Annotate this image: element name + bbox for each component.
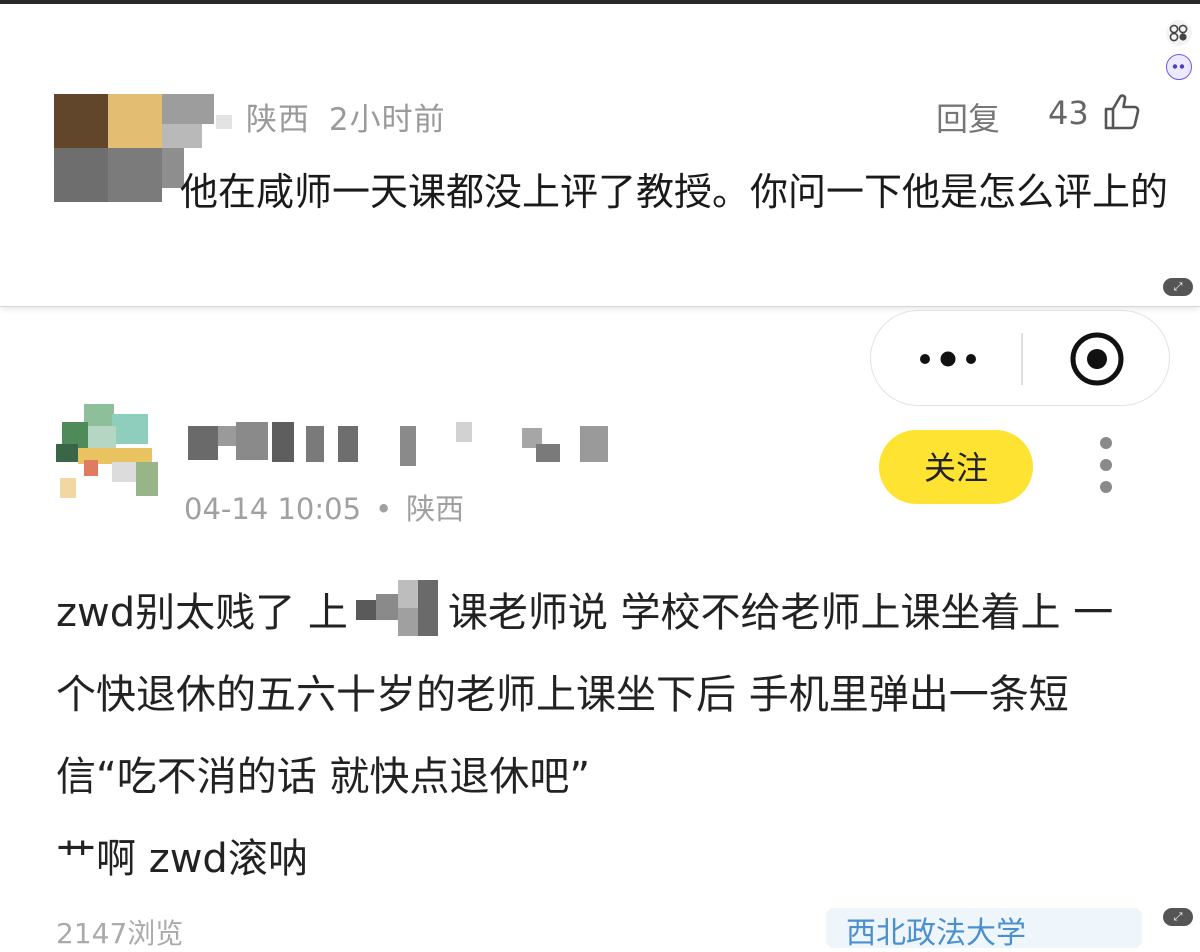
apps-icon[interactable] — [1166, 20, 1192, 46]
poster-username-blurred — [188, 420, 628, 466]
redacted-name-mosaic — [355, 580, 440, 636]
miniprogram-capsule — [870, 310, 1170, 406]
kebab-menu-icon[interactable] — [1094, 437, 1118, 493]
comment-meta: 陕西 2小时前 — [216, 94, 446, 139]
post-body-part3: 艹啊 zwd滚呐 — [56, 836, 308, 882]
post-body-part1: zwd别太贱了 上 — [56, 590, 348, 636]
comment-text: 他在咸师一天课都没上评了教授。你问一下他是怎么评上的 — [180, 170, 1169, 214]
post-location: 陕西 — [406, 492, 465, 526]
comment-location: 陕西 — [246, 102, 310, 138]
capsule-divider — [1021, 333, 1023, 385]
meta-separator: • — [375, 492, 393, 526]
assistant-face-icon[interactable] — [1166, 54, 1192, 80]
expand-icon[interactable]: ⤢ — [1163, 278, 1193, 296]
expand-icon-bottom[interactable]: ⤢ — [1163, 908, 1193, 926]
more-dots-icon[interactable] — [913, 347, 983, 371]
view-count: 2147浏览 — [56, 917, 184, 950]
school-tag-label: 西北政法大学 — [846, 916, 1026, 948]
post-datetime: 04-14 10:05 — [184, 492, 362, 526]
target-circle-icon[interactable] — [1069, 331, 1125, 387]
poster-avatar[interactable] — [56, 404, 164, 504]
follow-button[interactable]: 关注 — [879, 430, 1033, 504]
blurred-name — [216, 114, 232, 129]
school-tag[interactable]: 西北政法大学 — [826, 908, 1142, 948]
quoted-comment-card: 陕西 2小时前 回复 43 他在咸师一天课都没上评了教授。你问一下他是怎么评上的… — [0, 4, 1200, 307]
reply-button[interactable]: 回复 — [936, 94, 1000, 140]
like-count: 43 — [1048, 94, 1089, 132]
comment-time: 2小时前 — [328, 102, 446, 138]
post-body: zwd别太贱了 上 课老师说 学校不给老师上课坐着上 一个快退休的五六十岁的老师… — [56, 572, 1146, 900]
post-meta: 04-14 10:05 • 陕西 — [184, 486, 464, 528]
thumb-up-icon[interactable] — [1102, 92, 1142, 132]
